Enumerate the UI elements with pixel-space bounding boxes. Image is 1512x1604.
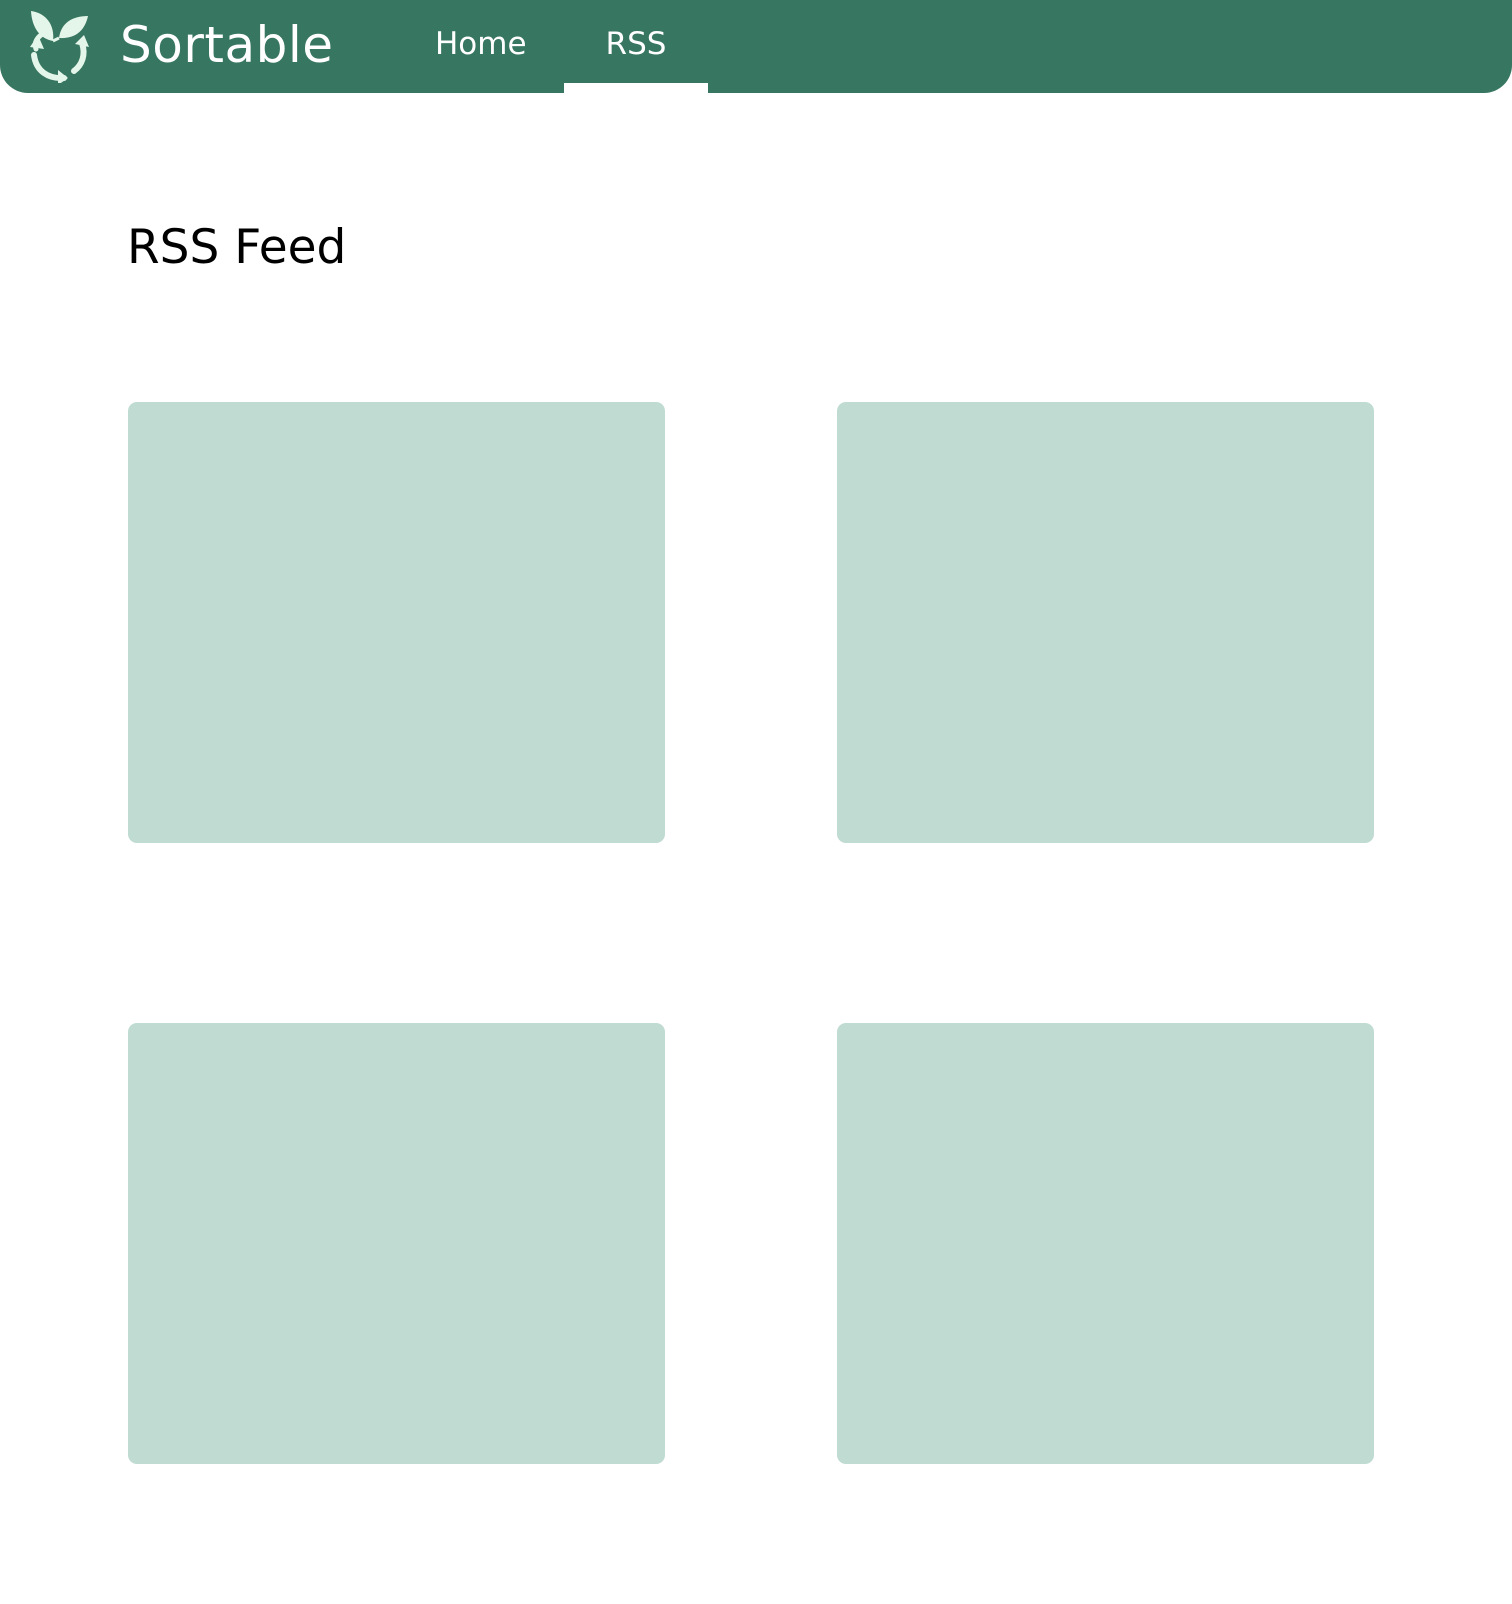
brand-name[interactable]: Sortable — [120, 13, 334, 77]
top-navbar: Sortable Home RSS — [0, 0, 1512, 93]
nav-item-home[interactable]: Home — [435, 0, 565, 93]
feed-card[interactable] — [837, 1023, 1374, 1464]
page-title: RSS Feed — [127, 220, 347, 275]
feed-card[interactable] — [837, 402, 1374, 843]
feed-card[interactable] — [128, 402, 665, 843]
feed-card[interactable] — [128, 1023, 665, 1464]
leaf-recycle-icon[interactable] — [22, 7, 94, 85]
nav-item-rss[interactable]: RSS — [564, 0, 708, 93]
